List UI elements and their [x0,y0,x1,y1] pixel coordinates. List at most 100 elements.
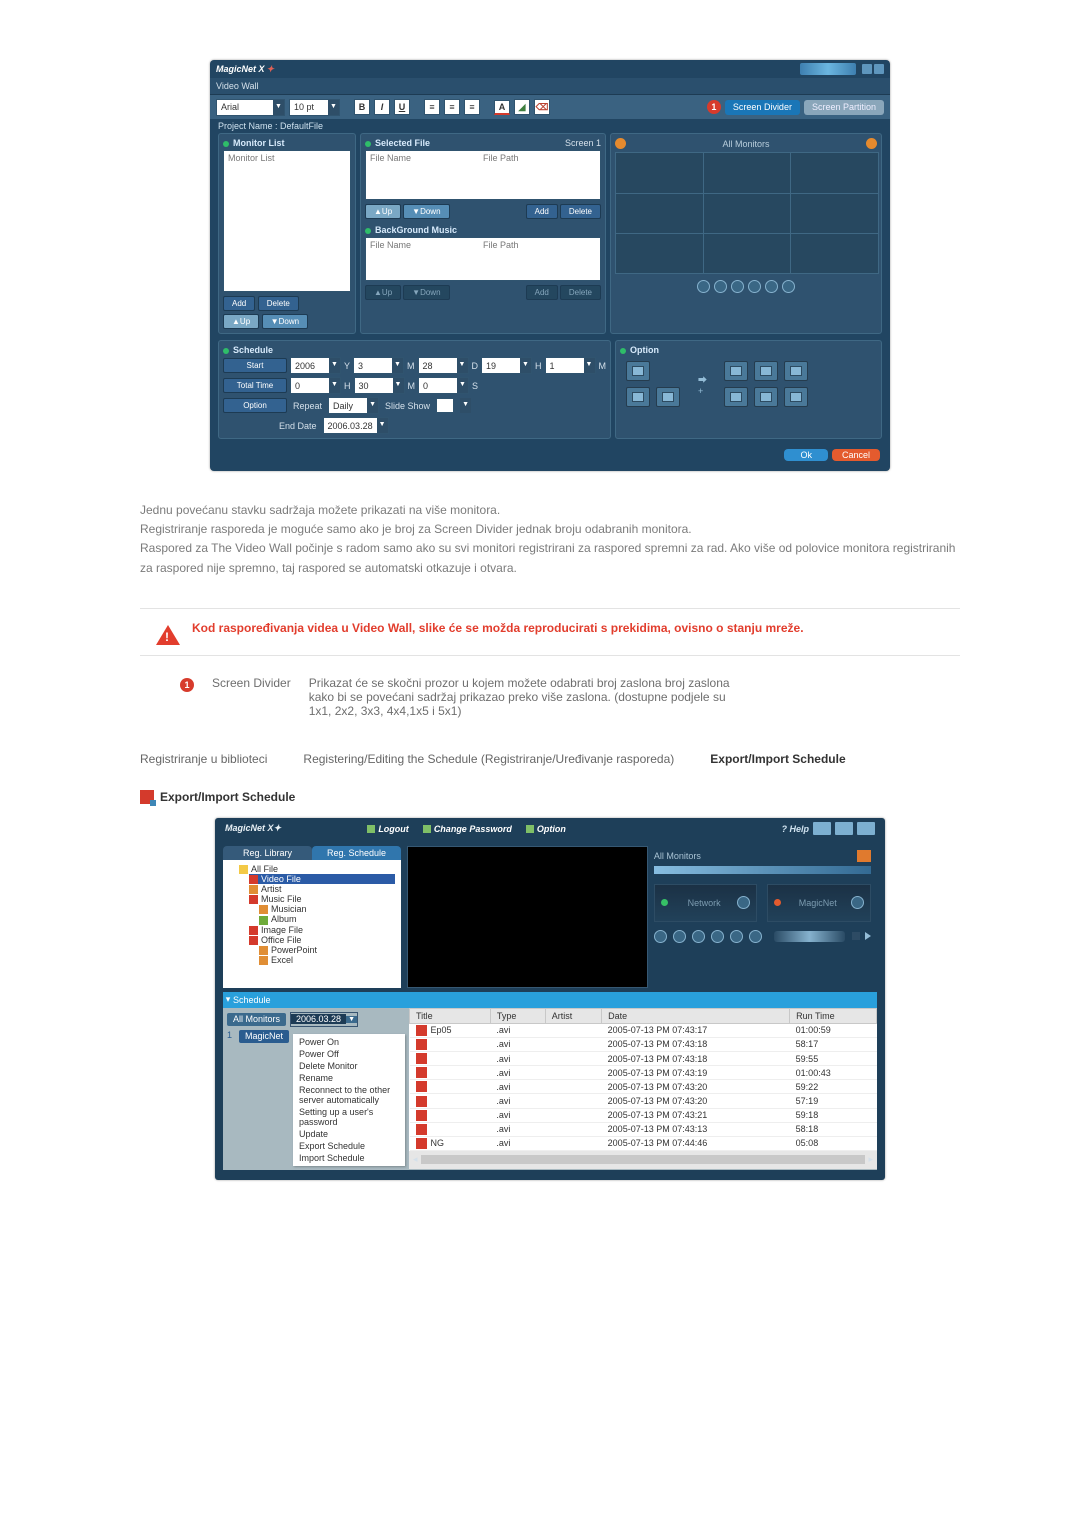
monitor-name-pill[interactable]: MagicNet [239,1030,289,1043]
window-control-icon[interactable] [813,822,831,835]
monitor-add-button[interactable]: Add [223,296,255,311]
media-rew-icon[interactable] [692,930,705,943]
window-control-icon[interactable] [857,822,875,835]
table-row[interactable]: .avi2005-07-13 PM 07:43:2159:18 [410,1108,877,1122]
monitor-up-button[interactable]: ▲Up [223,314,259,329]
align-right-button[interactable]: ≡ [464,99,480,115]
underline-button[interactable]: U [394,99,410,115]
monitor-down-button[interactable]: ▼Down [262,314,308,329]
start-hour[interactable]: 19▼ [481,357,532,374]
option-icon[interactable] [754,361,778,381]
start-day[interactable]: 28▼ [418,357,469,374]
window-control-icon[interactable] [835,822,853,835]
media-first-icon[interactable] [654,930,667,943]
table-row[interactable]: .avi2005-07-13 PM 07:43:1901:00:43 [410,1066,877,1080]
nav-fwd-icon[interactable] [765,280,778,293]
schedule-bar[interactable]: ▾ Schedule [223,992,877,1008]
col-artist[interactable]: Artist [545,1008,601,1023]
start-minute[interactable]: 1▼ [545,357,596,374]
option-icon[interactable] [754,387,778,407]
option-icon[interactable] [626,387,650,407]
tab-schedule-edit[interactable]: Registering/Editing the Schedule (Regist… [303,752,674,766]
nav-first-icon[interactable] [697,280,710,293]
nav-play-icon[interactable] [748,280,761,293]
image-button[interactable]: ◢ [514,99,530,115]
close-icon[interactable] [874,64,884,74]
change-password-button[interactable]: Change Password [423,824,512,834]
tab-export-import[interactable]: Export/Import Schedule [710,752,845,766]
context-menu-item[interactable]: Setting up a user's password [299,1106,399,1128]
sel-delete-button[interactable]: Delete [560,204,601,219]
nav-last-icon[interactable] [782,280,795,293]
tt-s[interactable]: 0▼ [418,377,469,394]
context-menu-item[interactable]: Delete Monitor [299,1060,399,1072]
volume-icon[interactable] [852,932,860,940]
bgmusic-list[interactable]: File Name File Path [365,237,601,281]
sel-add-button[interactable]: Add [526,204,558,219]
tab-library[interactable]: Registriranje u biblioteci [140,752,267,766]
logout-button[interactable]: Logout [367,824,409,834]
table-row[interactable]: NG.avi2005-07-13 PM 07:44:4605:08 [410,1136,877,1150]
align-center-button[interactable]: ≡ [444,99,460,115]
table-row[interactable]: .avi2005-07-13 PM 07:43:1858:17 [410,1037,877,1051]
option-icon[interactable] [784,361,808,381]
col-type[interactable]: Type [490,1008,545,1023]
sel-up-button[interactable]: ▲Up [365,204,401,219]
col-run[interactable]: Run Time [790,1008,877,1023]
fontcolor-button[interactable]: A [494,100,510,115]
add-monitor-icon[interactable] [857,850,871,862]
help-button[interactable]: ? Help [781,824,809,834]
media-play-icon[interactable] [711,930,724,943]
clear-button[interactable]: ⌫ [534,99,550,115]
option-icon[interactable] [724,387,748,407]
context-menu[interactable]: Power On Power Off Delete Monitor Rename… [293,1034,405,1166]
table-row[interactable]: Ep05.avi2005-07-13 PM 07:43:1701:00:59 [410,1023,877,1037]
option-icon[interactable] [784,387,808,407]
media-prev-icon[interactable] [673,930,686,943]
col-title[interactable]: Title [410,1008,491,1023]
repeat-select[interactable]: Daily▼ [328,397,379,414]
enddate-value[interactable]: 2006.03.28▼ [323,417,389,434]
ok-button[interactable]: Ok [784,449,828,461]
tab-reg-library[interactable]: Reg. Library [223,846,312,860]
italic-button[interactable]: I [374,99,390,115]
selected-file-list[interactable]: File Name File Path [365,150,601,200]
collapse-icon[interactable]: ▾ [223,994,233,1005]
align-left-button[interactable]: ≡ [424,99,440,115]
option-button[interactable]: Option [526,824,566,834]
context-menu-item[interactable]: Import Schedule [299,1152,399,1164]
option-icon[interactable] [626,361,650,381]
tt-m[interactable]: 30▼ [354,377,405,394]
table-row[interactable]: .avi2005-07-13 PM 07:43:2059:22 [410,1080,877,1094]
minimize-icon[interactable] [862,64,872,74]
start-month[interactable]: 3▼ [353,357,404,374]
option-icon[interactable] [656,387,680,407]
toggle-icon[interactable] [737,896,750,909]
screen-partition-button[interactable]: Screen Partition [804,100,884,115]
context-menu-item[interactable]: Rename [299,1072,399,1084]
date-select[interactable]: 2006.03.28▼ [290,1012,358,1027]
table-row[interactable]: .avi2005-07-13 PM 07:43:1859:55 [410,1052,877,1066]
table-row[interactable]: .avi2005-07-13 PM 07:43:2057:19 [410,1094,877,1108]
screen-divider-button[interactable]: Screen Divider [725,100,800,115]
seek-bar[interactable] [774,931,845,942]
media-last-icon[interactable] [749,930,762,943]
media-fwd-icon[interactable] [730,930,743,943]
context-menu-item[interactable]: Export Schedule [299,1140,399,1152]
slideshow-picker[interactable] [436,398,454,413]
bold-button[interactable]: B [354,99,370,115]
font-select[interactable]: Arial▼ [216,99,285,116]
nav-rew-icon[interactable] [731,280,744,293]
monitor-delete-button[interactable]: Delete [258,296,299,311]
all-monitors-pill[interactable]: All Monitors [227,1013,286,1026]
tt-h[interactable]: 0▼ [290,377,341,394]
tab-reg-schedule[interactable]: Reg. Schedule [312,846,401,860]
monitor-listbox[interactable]: Monitor List [223,150,351,292]
context-menu-item[interactable]: Power Off [299,1048,399,1060]
context-menu-item[interactable]: Reconnect to the other server automatica… [299,1084,399,1106]
context-menu-item[interactable]: Update [299,1128,399,1140]
col-date[interactable]: Date [602,1008,790,1023]
h-scrollbar[interactable]: ◂▸ [409,1151,877,1169]
cancel-button[interactable]: Cancel [832,449,880,461]
context-menu-item[interactable]: Power On [299,1036,399,1048]
